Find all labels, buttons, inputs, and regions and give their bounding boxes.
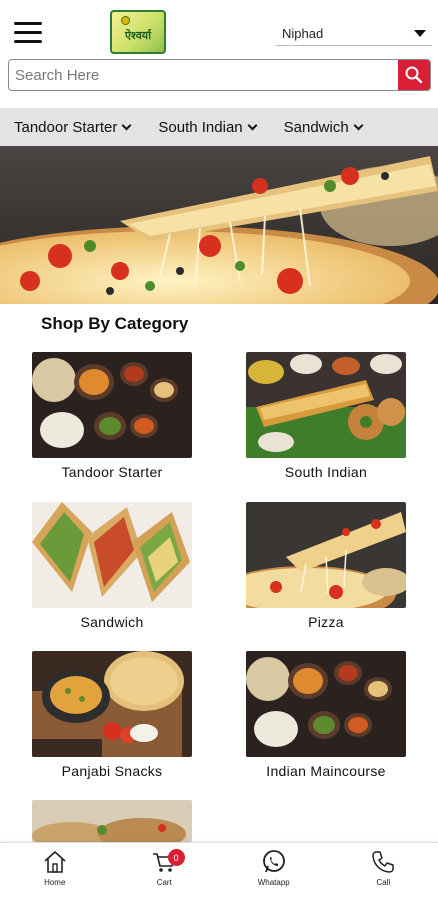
menu-icon[interactable] [14,22,42,44]
category-tab-label: Sandwich [283,118,349,136]
app-screen: ऐश्वर्या Niphad Tandoor Starter South In… [0,0,438,900]
category-tab-tandoor-starter[interactable]: Tandoor Starter [0,119,144,136]
category-tile-indian-maincourse[interactable]: Indian Maincourse [246,651,406,779]
category-tile-tandoor-starter[interactable]: Tandoor Starter [32,352,192,480]
section-title: Shop By Category [41,314,189,333]
location-value: Niphad [282,26,324,41]
home-icon [44,851,66,873]
nav-whatsapp-label: Whatapp [257,878,290,887]
search-icon [405,66,423,84]
category-label: Indian Maincourse [266,763,386,779]
category-image [246,651,406,757]
logo-emblem-icon [121,16,130,25]
location-selector[interactable]: Niphad [276,22,432,46]
category-image [32,352,192,458]
cart-count-badge: 0 [167,849,185,866]
logo-text: ऐश्वर्या [124,28,152,42]
phone-icon [372,851,394,873]
category-tile-south-indian[interactable]: South Indian [246,352,406,480]
whatsapp-icon [262,850,285,873]
nav-cart[interactable]: 0 Cart [110,843,220,900]
category-tabs: Tandoor Starter South Indian Sandwich [0,108,438,146]
bottom-navigation: Home 0 Cart Whatapp Call [0,842,438,900]
chevron-down-icon [353,120,364,130]
search-input[interactable] [9,60,398,90]
nav-cart-label: Cart [156,878,172,887]
category-label: South Indian [284,464,368,480]
category-label: Tandoor Starter [61,464,163,480]
category-tile-pizza[interactable]: Pizza [246,502,406,630]
category-label: Panjabi Snacks [61,763,163,779]
category-tab-south-indian[interactable]: South Indian [144,119,269,136]
brand-logo[interactable]: ऐश्वर्या [110,10,166,54]
chevron-down-icon [247,120,258,130]
category-tile-panjabi-snacks[interactable]: Panjabi Snacks [32,651,192,779]
category-image [32,800,192,842]
nav-home[interactable]: Home [0,843,110,900]
search-button[interactable] [398,60,430,90]
promo-banner[interactable] [0,146,438,304]
category-image [32,502,192,608]
nav-home-label: Home [44,878,66,887]
chevron-down-icon [414,30,426,37]
category-tab-label: Tandoor Starter [14,118,118,136]
category-image [32,651,192,757]
search-bar [8,59,431,91]
pizza-banner-image [0,146,438,304]
category-tab-sandwich[interactable]: Sandwich [270,119,376,136]
category-image [246,352,406,458]
chevron-down-icon [121,120,132,130]
category-tile-partial[interactable] [32,800,192,842]
nav-call[interactable]: Call [329,843,438,900]
category-tab-label: South Indian [158,118,243,136]
category-tile-sandwich[interactable]: Sandwich [32,502,192,630]
nav-whatsapp[interactable]: Whatapp [219,843,329,900]
category-label: Sandwich [80,614,144,630]
top-header: ऐश्वर्या Niphad [0,0,438,58]
category-label: Pizza [308,614,344,630]
nav-call-label: Call [376,878,391,887]
category-image [246,502,406,608]
